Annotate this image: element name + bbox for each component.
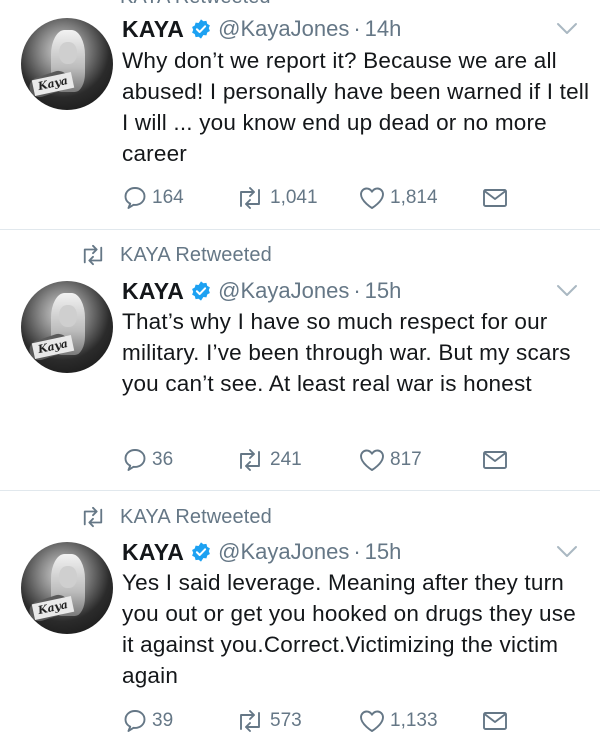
like-icon	[360, 187, 384, 209]
tweet-header: KAYA @KayaJones · 15h	[122, 276, 401, 306]
reply-icon	[124, 187, 146, 209]
handle[interactable]: @KayaJones	[218, 539, 349, 565]
handle[interactable]: @KayaJones	[218, 16, 349, 42]
display-name[interactable]: KAYA	[122, 539, 184, 566]
tweet-header: KAYA @KayaJones · 14h	[122, 14, 401, 44]
handle[interactable]: @KayaJones	[218, 278, 349, 304]
tweet-header: KAYA @KayaJones · 15h	[122, 537, 401, 567]
timestamp[interactable]: 15h	[365, 539, 402, 565]
retweet-button[interactable]: 573	[234, 706, 302, 736]
message-icon	[483, 712, 507, 730]
separator-dot: ·	[353, 16, 361, 41]
chevron-down-icon[interactable]	[556, 284, 578, 298]
tweet-actions: 164 1,041 1,814	[122, 183, 582, 213]
chevron-down-icon[interactable]	[556, 22, 578, 36]
timestamp[interactable]: 14h	[365, 16, 402, 42]
divider	[0, 490, 600, 491]
retweeted-row: KAYA Retweeted	[78, 242, 272, 268]
chevron-down-icon[interactable]	[556, 545, 578, 559]
like-icon	[360, 449, 384, 471]
separator-dot: ·	[353, 539, 361, 564]
retweeted-row: KAYA Retweeted	[78, 504, 272, 530]
retweet-icon	[240, 710, 260, 732]
retweeted-label[interactable]: KAYA Retweeted	[120, 244, 272, 267]
display-name[interactable]: KAYA	[122, 278, 184, 305]
message-button[interactable]	[482, 706, 508, 736]
reply-count: 164	[152, 187, 184, 208]
retweet-icon	[78, 506, 110, 528]
divider	[0, 229, 600, 230]
message-icon	[483, 189, 507, 207]
verified-badge-icon	[190, 280, 212, 302]
message-icon	[483, 451, 507, 469]
avatar[interactable]: Kaya	[21, 18, 113, 110]
retweet-count: 1,041	[270, 187, 318, 208]
like-button[interactable]: 1,133	[358, 706, 438, 736]
reply-count: 36	[152, 449, 174, 470]
tweet-text: Yes I said leverage. Meaning after they …	[122, 570, 576, 688]
verified-badge-icon	[190, 18, 212, 40]
like-count: 1,133	[390, 710, 438, 731]
retweet-count: 573	[270, 710, 302, 731]
reply-button[interactable]: 36	[122, 445, 173, 475]
tweet-text: Why don’t we report it? Because we are a…	[122, 48, 590, 166]
tweet-actions: 36 241 817	[122, 445, 582, 475]
avatar[interactable]: Kaya	[21, 281, 113, 373]
tweet-text: That’s why I have so much respect for ou…	[122, 309, 571, 396]
like-count: 817	[390, 449, 422, 470]
reply-button[interactable]: 164	[122, 183, 184, 213]
retweet-icon	[240, 449, 260, 471]
top-retweeted-label-clipped: KAYA Retweeted	[0, 0, 600, 8]
like-button[interactable]: 817	[358, 445, 422, 475]
retweet-count: 241	[270, 449, 302, 470]
like-button[interactable]: 1,814	[358, 183, 438, 213]
reply-count: 39	[152, 710, 174, 731]
message-button[interactable]	[482, 445, 508, 475]
verified-badge-icon	[190, 541, 212, 563]
display-name[interactable]: KAYA	[122, 16, 184, 43]
retweet-button[interactable]: 1,041	[234, 183, 318, 213]
retweet-icon	[240, 187, 260, 209]
retweet-icon	[78, 244, 110, 266]
reply-button[interactable]: 39	[122, 706, 173, 736]
tweet-actions: 39 573 1,133	[122, 706, 582, 736]
retweet-button[interactable]: 241	[234, 445, 302, 475]
like-icon	[360, 710, 384, 732]
timestamp[interactable]: 15h	[365, 278, 402, 304]
message-button[interactable]	[482, 183, 508, 213]
reply-icon	[124, 710, 146, 732]
retweeted-label[interactable]: KAYA Retweeted	[120, 506, 272, 529]
retweeted-label: KAYA Retweeted	[120, 0, 270, 8]
separator-dot: ·	[353, 278, 361, 303]
reply-icon	[124, 449, 146, 471]
avatar[interactable]: Kaya	[21, 542, 113, 634]
like-count: 1,814	[390, 187, 438, 208]
